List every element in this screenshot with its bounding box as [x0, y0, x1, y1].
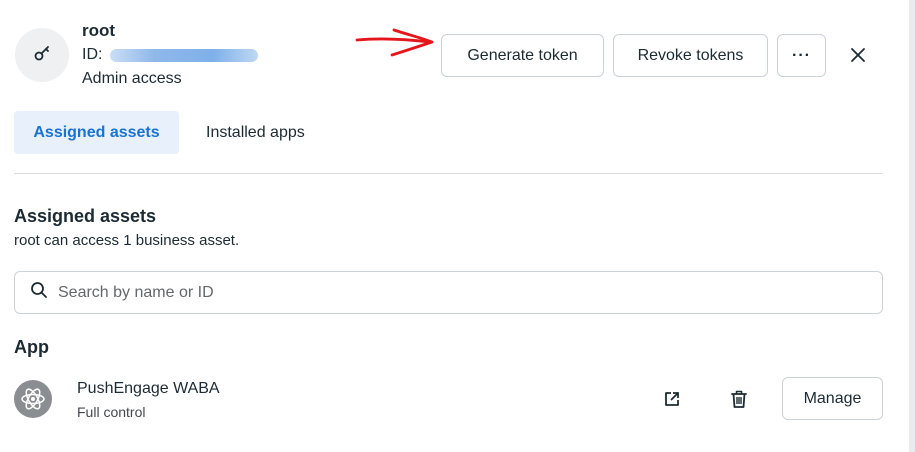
- user-id-row: ID:: [82, 46, 259, 64]
- search-input[interactable]: [58, 283, 838, 302]
- user-id-label: ID:: [82, 46, 103, 63]
- trash-icon[interactable]: [727, 387, 751, 411]
- user-avatar: [15, 28, 69, 82]
- search-icon: [30, 281, 48, 304]
- tab-assigned-assets[interactable]: Assigned assets: [14, 111, 179, 154]
- redacted-id: [110, 48, 259, 62]
- tab-divider: [14, 173, 883, 174]
- app-name: PushEngage WABA: [77, 380, 220, 397]
- generate-token-button[interactable]: Generate token: [441, 34, 604, 77]
- app-group-title: App: [14, 337, 49, 357]
- close-icon[interactable]: [846, 43, 870, 67]
- list-item: PushEngage WABA Full control Manage: [14, 375, 883, 425]
- scrollbar[interactable]: [909, 0, 915, 452]
- section-title: Assigned assets: [14, 206, 157, 226]
- manage-button[interactable]: Manage: [782, 377, 883, 420]
- annotation-arrow-icon: [355, 28, 434, 57]
- revoke-tokens-button[interactable]: Revoke tokens: [613, 34, 768, 77]
- external-link-icon[interactable]: [661, 388, 683, 410]
- app-atom-icon: [14, 380, 52, 418]
- key-icon: [32, 43, 52, 68]
- section-description: root can access 1 business asset.: [14, 232, 240, 249]
- tab-installed-apps[interactable]: Installed apps: [206, 111, 305, 154]
- user-access-level: Admin access: [82, 70, 182, 87]
- search-field[interactable]: [14, 271, 883, 314]
- more-options-button[interactable]: ···: [777, 34, 826, 77]
- user-name: root: [82, 21, 116, 40]
- app-permission: Full control: [77, 404, 146, 420]
